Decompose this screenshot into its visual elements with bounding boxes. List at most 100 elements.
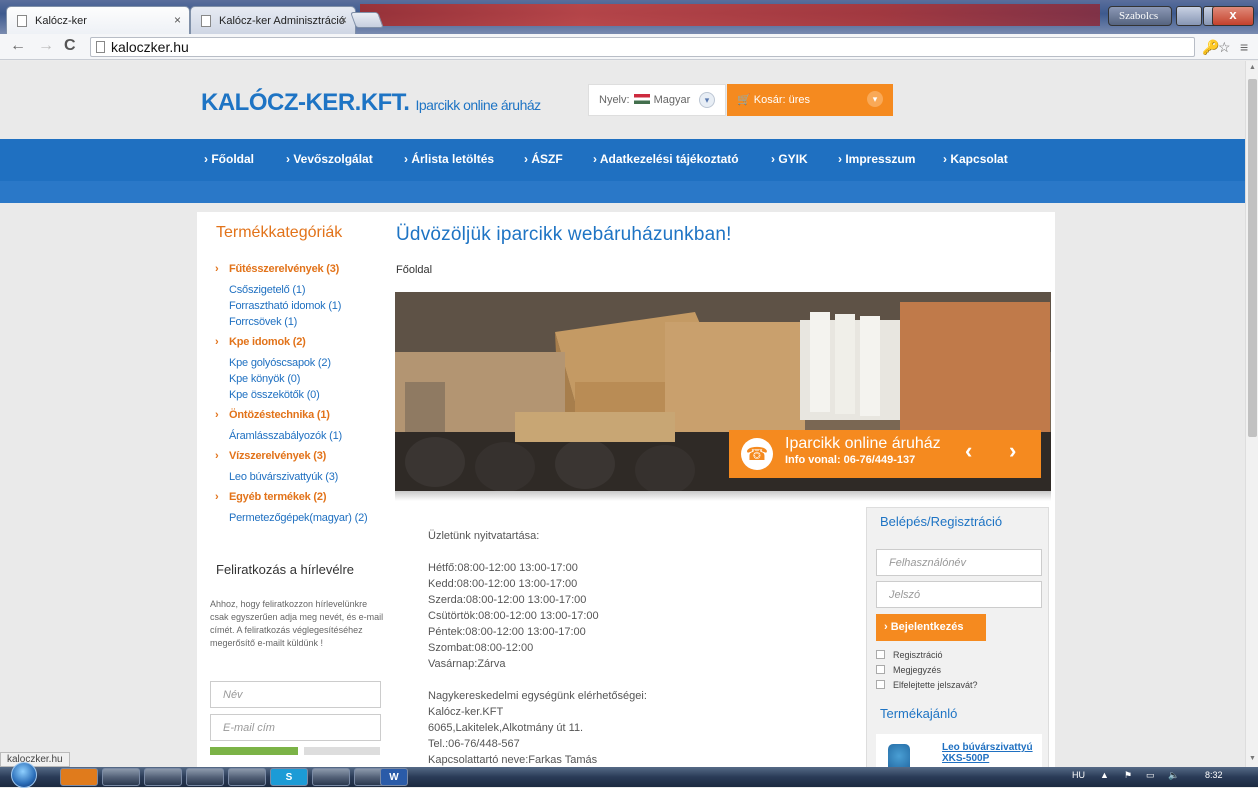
taskbar-app-explorer[interactable] (102, 768, 140, 786)
password-input[interactable]: Jelszó (876, 581, 1042, 608)
unsubscribe-button[interactable] (304, 747, 380, 755)
checkbox[interactable] (876, 665, 885, 674)
language-selector[interactable]: Nyelv: Magyar ▾ (588, 84, 726, 116)
subcategory-item[interactable]: Áramlásszabályozók (1) (215, 428, 385, 444)
subcategory-item[interactable]: Forrasztható idomok (1) (215, 298, 385, 314)
category-item[interactable]: › Kpe idomok (2) (215, 334, 385, 355)
hours-line: Szombat:08:00-12:00 (428, 642, 534, 654)
taskbar-app-paint[interactable] (312, 768, 350, 786)
taskbar-app-firefox[interactable] (186, 768, 224, 786)
back-arrow-icon[interactable]: ← (10, 37, 26, 55)
forward-arrow-icon[interactable]: → (38, 37, 54, 55)
chevron-left-icon[interactable]: ‹ (965, 438, 972, 464)
subcategory-item[interactable]: Csőszigetelő (1) (215, 282, 385, 298)
language-value: Magyar (653, 94, 691, 106)
reload-icon[interactable]: C (64, 37, 76, 55)
key-icon[interactable]: 🔑 (1202, 39, 1219, 56)
tab-title: Kalócz-ker (35, 15, 87, 27)
product-name[interactable]: Leo búvárszivattyú XKS-500P (942, 742, 1033, 764)
start-button[interactable] (11, 762, 37, 788)
vertical-scrollbar[interactable]: ▲ ▼ (1245, 61, 1258, 767)
tab-close-icon[interactable]: × (340, 13, 347, 27)
star-icon[interactable]: ☆ (1218, 39, 1231, 56)
chevron-down-icon[interactable]: ▾ (699, 92, 715, 108)
tray-arrow-icon[interactable]: ▲ (1100, 770, 1109, 780)
nav-item-terms[interactable]: › ÁSZF (524, 152, 563, 166)
browser-tab-admin[interactable]: Kalócz-ker Adminisztráció × (190, 6, 356, 34)
new-tab-button[interactable] (350, 12, 384, 28)
close-window-button[interactable]: x (1212, 6, 1254, 26)
nav-item-customer-service[interactable]: › Vevőszolgálat (286, 152, 373, 166)
category-item[interactable]: › Vízszerelvények (3) (215, 448, 385, 469)
taskbar-app-opera[interactable] (228, 768, 266, 786)
address-bar[interactable]: kaloczker.hu (90, 37, 1195, 57)
chevron-right-icon[interactable]: › (1009, 438, 1016, 464)
clock[interactable]: 8:32 (1205, 770, 1223, 780)
logo-tagline: Iparcikk online áruház (415, 97, 541, 113)
remember-option[interactable]: Megjegyzés (876, 665, 941, 675)
flag-icon[interactable]: ⚑ (1124, 770, 1132, 781)
pump-image (888, 744, 910, 767)
login-button-label: Bejelentkezés (890, 621, 964, 633)
profile-button[interactable]: Szabolcs (1108, 6, 1172, 26)
nav-label: ÁSZF (531, 152, 563, 166)
subcategory-item[interactable]: Leo búvárszivattyúk (3) (215, 469, 385, 485)
nav-item-home[interactable]: › Főoldal (204, 152, 254, 166)
nav-item-contact[interactable]: › Kapcsolat (943, 152, 1008, 166)
nav-label: Főoldal (211, 152, 255, 166)
forgot-password-option[interactable]: Elfelejtette jelszavát? (876, 680, 978, 690)
taskbar-app-chrome[interactable] (144, 768, 182, 786)
subcategory-item[interactable]: Forrcsövek (1) (215, 314, 385, 330)
username-input[interactable]: Felhasználónév (876, 549, 1042, 576)
newsletter-email-input[interactable]: E-mail cím (210, 714, 381, 741)
scrollbar-thumb[interactable] (1248, 79, 1257, 437)
chevron-down-icon[interactable]: ▾ (867, 91, 883, 107)
product-card[interactable]: Leo búvárszivattyú XKS-500P (876, 734, 1042, 767)
nav-item-faq[interactable]: › GYIK (771, 152, 808, 166)
volume-icon[interactable]: 🔈 (1168, 770, 1179, 781)
newsletter-text: Ahhoz, hogy feliratkozzon hírlevelünkre … (210, 599, 384, 648)
subcategory-item[interactable]: Kpe könyök (0) (215, 371, 385, 387)
newsletter-name-input[interactable]: Név (210, 681, 381, 708)
chevron-right-icon: › (215, 336, 219, 348)
contact-line: Kapcsolattartó neve:Farkas Tamás (428, 754, 598, 766)
nav-item-price-list[interactable]: › Árlista letöltés (404, 152, 494, 166)
hours-line: Szerda:08:00-12:00 13:00-17:00 (428, 594, 587, 606)
hours-line: Csütörtök:08:00-12:00 13:00-17:00 (428, 610, 599, 622)
category-item[interactable]: › Fűtésszerelvények (3) (215, 261, 385, 282)
scroll-down-icon[interactable]: ▼ (1249, 755, 1256, 762)
scroll-up-icon[interactable]: ▲ (1249, 64, 1256, 71)
checkbox[interactable] (876, 680, 885, 689)
category-item[interactable]: › Öntözéstechnika (1) (215, 407, 385, 428)
site-logo[interactable]: KALÓCZ-KER.KFT. Iparcikk online áruház (201, 89, 541, 117)
minimize-button[interactable] (1176, 6, 1202, 26)
tab-close-icon[interactable]: × (174, 13, 181, 27)
page-icon (17, 15, 27, 27)
taskbar-app-media[interactable] (60, 768, 98, 786)
hours-line: Hétfő:08:00-12:00 13:00-17:00 (428, 562, 578, 574)
option-label: Elfelejtette jelszavát? (893, 680, 978, 690)
banner-info-box: ☎ Iparcikk online áruház Info vonal: 06-… (729, 430, 1041, 478)
register-option[interactable]: Regisztráció (876, 650, 943, 660)
page-viewport: KALÓCZ-KER.KFT. Iparcikk online áruház Ny… (0, 61, 1245, 767)
subcategory-item[interactable]: Kpe összekötők (0) (215, 387, 385, 403)
browser-tab-active[interactable]: Kalócz-ker × (6, 6, 190, 34)
taskbar-app-skype[interactable]: S (270, 768, 308, 786)
subcategory-item[interactable]: Kpe golyóscsapok (2) (215, 355, 385, 371)
menu-icon[interactable]: ≡ (1240, 39, 1248, 55)
network-icon[interactable]: ▭ (1146, 770, 1155, 781)
subscribe-button[interactable] (210, 747, 298, 755)
nav-item-imprint[interactable]: › Impresszum (838, 152, 915, 166)
nav-item-privacy[interactable]: › Adatkezelési tájékoztató (593, 152, 739, 166)
login-button[interactable]: › Bejelentkezés (876, 614, 986, 641)
subcategory-item[interactable]: Permetezőgépek(magyar) (2) (215, 510, 385, 526)
chevron-right-icon: › (215, 491, 219, 503)
breadcrumb[interactable]: Főoldal (396, 264, 432, 276)
checkbox[interactable] (876, 650, 885, 659)
opening-hours: Üzletünk nyitvatartása: Hétfő:08:00-12:0… (428, 528, 848, 767)
language-indicator[interactable]: HU (1072, 770, 1085, 780)
cart-widget[interactable]: 🛒 Kosár: üres ▾ (727, 84, 893, 116)
category-item[interactable]: › Egyéb termékek (2) (215, 489, 385, 510)
taskbar-app-word[interactable]: W (380, 768, 408, 786)
browser-toolbar: ← → C kaloczker.hu 🔑 ☆ ≡ (0, 34, 1258, 60)
